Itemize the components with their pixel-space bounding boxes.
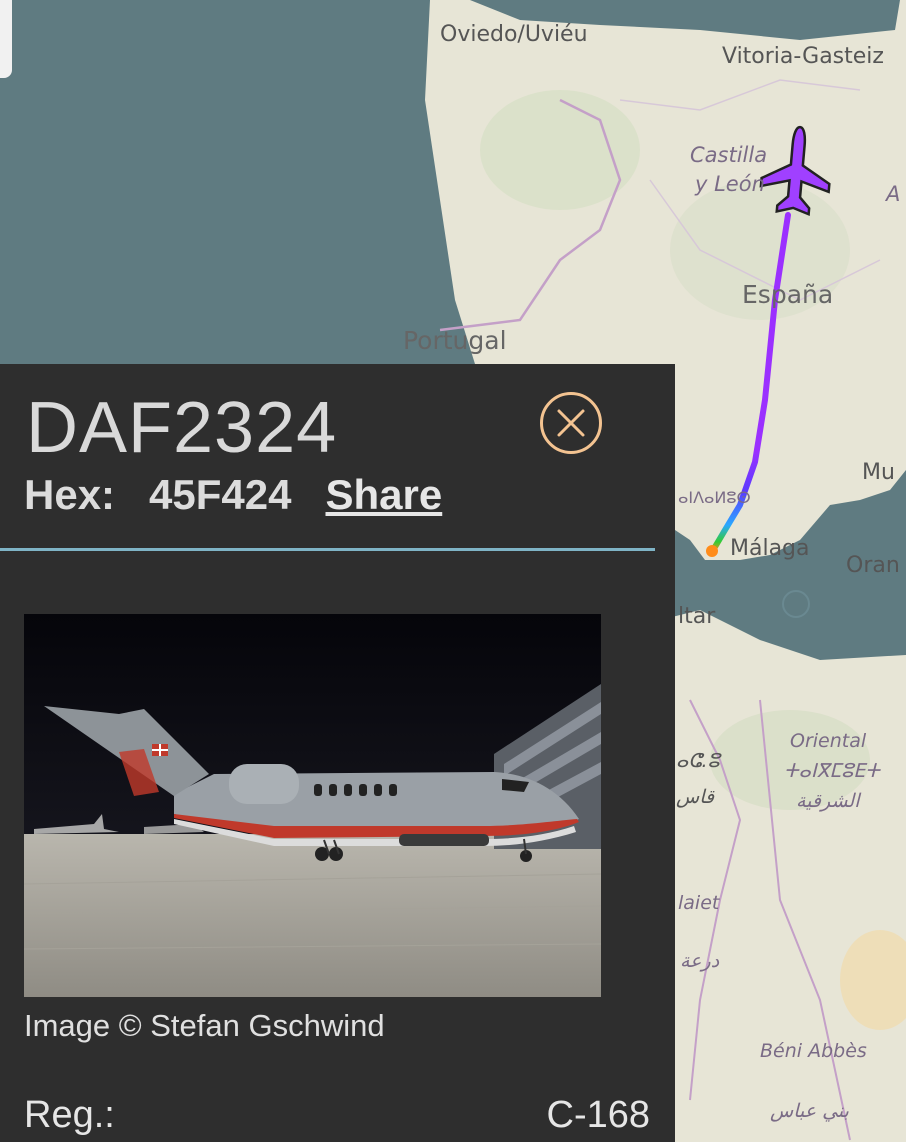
share-link[interactable]: Share — [326, 471, 443, 518]
map-label: الشرقية — [796, 790, 860, 812]
map-label: Portugal — [403, 326, 507, 355]
registration-label: Reg.: — [24, 1094, 115, 1136]
map-label: Oviedo/Uviéu — [440, 22, 588, 47]
collapsed-panel-tab[interactable] — [0, 0, 12, 78]
map-label: ⴰⵏⴷⴰⵍⵓⵙ — [678, 488, 751, 507]
map-label: درعة — [680, 950, 720, 972]
map-label: Mu — [862, 460, 895, 485]
aircraft-info-panel: DAF2324 Hex: 45F424 Share Image © Stefan… — [0, 364, 675, 1142]
map-label: ltar — [678, 604, 716, 629]
registration-value: C-168 — [546, 1094, 651, 1136]
photo-credit: Image © Stefan Gschwind — [24, 1008, 385, 1043]
aircraft-photo[interactable] — [24, 614, 601, 997]
map-label: Oran — [846, 553, 900, 578]
map-label: Vitoria-Gasteiz — [722, 44, 884, 69]
map-label: España — [742, 280, 834, 309]
close-button[interactable] — [540, 392, 602, 454]
hex-row: Hex: 45F424 Share — [24, 470, 442, 520]
hex-value: 45F424 — [149, 471, 292, 518]
callsign-title: DAF2324 — [26, 388, 338, 468]
map-label: قاس — [676, 786, 715, 808]
map-label: بني عباس — [770, 1100, 849, 1122]
map-label: Béni Abbès — [760, 1040, 867, 1062]
map-label: Castilla — [690, 143, 768, 167]
map-label: A — [886, 182, 901, 206]
close-icon — [557, 409, 585, 437]
map-label: y León — [695, 172, 765, 196]
divider — [0, 548, 655, 551]
map-label: ⴰⵛ.ⵓ — [676, 750, 720, 772]
land-africa — [660, 610, 906, 1142]
track-start-dot — [706, 545, 718, 557]
map-label: ⵜⴰⵏⴳⵎⵓⴹⵜ — [784, 760, 880, 782]
map-label: Málaga — [730, 536, 810, 561]
map-label: laiet — [678, 892, 720, 914]
map-label: Oriental — [790, 730, 867, 752]
hex-label: Hex: — [24, 471, 116, 518]
